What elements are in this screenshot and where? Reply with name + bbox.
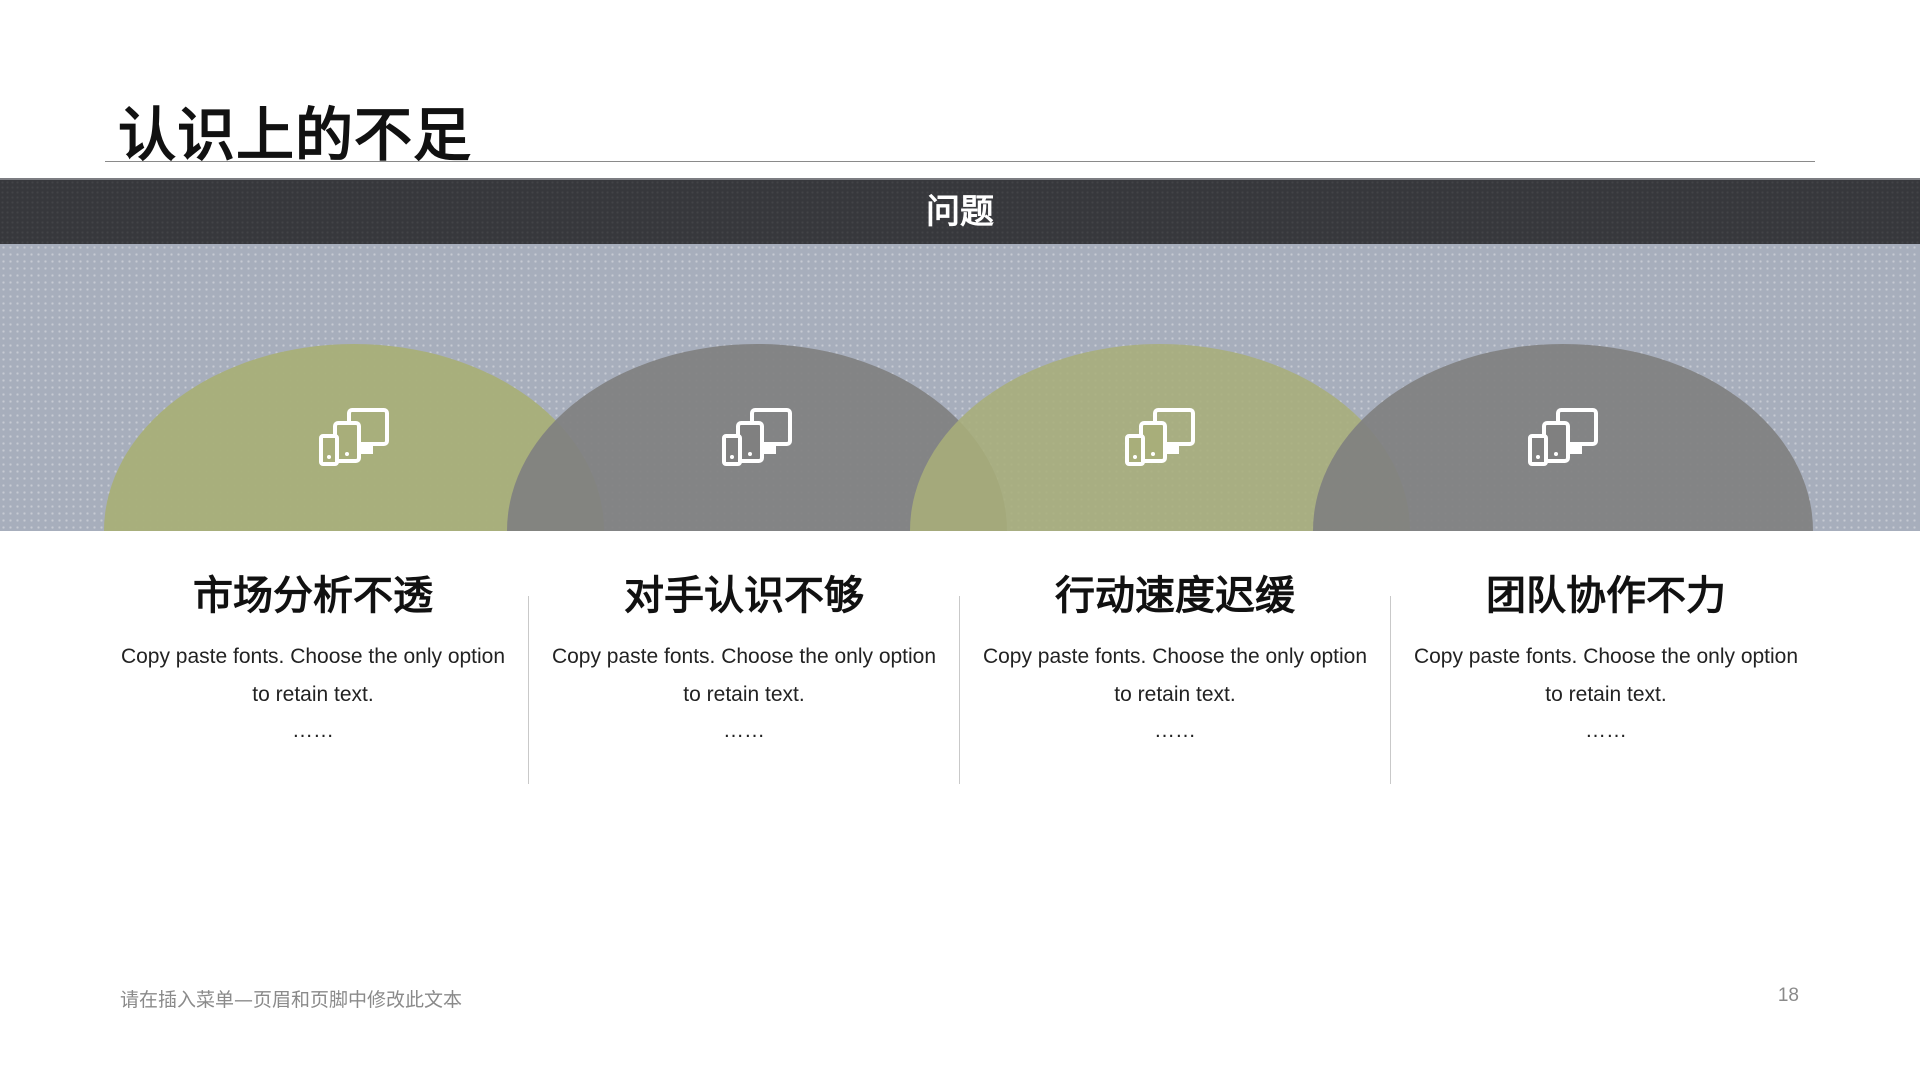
column-divider: [959, 596, 960, 784]
header-bar: 问题: [0, 178, 1920, 244]
column-divider: [1390, 596, 1391, 784]
problem-column: 团队协作不力 Copy paste fonts. Choose the only…: [1406, 568, 1806, 746]
devices-icon: [319, 408, 389, 468]
column-body: Copy paste fonts. Choose the only option…: [120, 645, 506, 706]
column-body: Copy paste fonts. Choose the only option…: [982, 645, 1368, 706]
devices-icon: [1125, 408, 1195, 468]
page-number: 18: [1777, 985, 1799, 1006]
column-heading: 对手认识不够: [624, 573, 864, 619]
column-heading: 市场分析不透: [193, 573, 433, 619]
title-divider: [105, 161, 1815, 162]
problem-column: 对手认识不够 Copy paste fonts. Choose the only…: [544, 568, 944, 746]
column-heading: 团队协作不力: [1486, 573, 1726, 619]
pattern-band: [0, 244, 1920, 531]
header-label: 问题: [926, 192, 994, 232]
devices-icon: [722, 408, 792, 468]
slide-title: 认识上的不足: [118, 101, 473, 169]
footer-text: 请在插入菜单—页眉和页脚中修改此文本: [120, 989, 463, 1011]
column-body: Copy paste fonts. Choose the only option…: [1413, 645, 1799, 706]
column-ellipsis: ……: [1585, 719, 1627, 742]
devices-icon: [1528, 408, 1598, 468]
column-ellipsis: ……: [723, 719, 765, 742]
problem-column: 市场分析不透 Copy paste fonts. Choose the only…: [113, 568, 513, 746]
column-heading: 行动速度迟缓: [1055, 573, 1295, 619]
column-body: Copy paste fonts. Choose the only option…: [551, 645, 937, 706]
problem-column: 行动速度迟缓 Copy paste fonts. Choose the only…: [975, 568, 1375, 746]
column-divider: [528, 596, 529, 784]
slide: 认识上的不足 问题 市场分析不透 Copy paste fonts. Choos…: [0, 0, 1920, 1080]
column-ellipsis: ……: [292, 719, 334, 742]
column-ellipsis: ……: [1154, 719, 1196, 742]
